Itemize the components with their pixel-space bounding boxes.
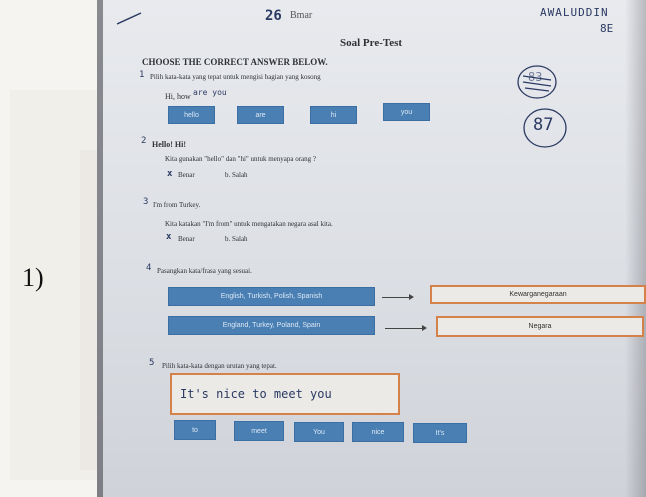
q4-right-item-1[interactable]: Kewarganegaraan bbox=[430, 285, 646, 304]
q2-marker: 2 bbox=[141, 136, 147, 146]
q4-arrow-2 bbox=[385, 325, 427, 331]
student-class: 8E bbox=[600, 22, 614, 35]
q5-option-5[interactable]: It's bbox=[413, 423, 467, 443]
q3-option-b[interactable]: b. Salah bbox=[225, 235, 248, 243]
q1-option-2[interactable]: are bbox=[237, 106, 284, 124]
handwritten-name-label: Bmar bbox=[290, 10, 313, 21]
q1-option-4[interactable]: you bbox=[383, 103, 430, 121]
q5-answer-box[interactable]: It's nice to meet you bbox=[170, 373, 400, 415]
q1-option-3[interactable]: hi bbox=[310, 106, 357, 124]
q5-handwritten-answer: It's nice to meet you bbox=[180, 387, 332, 401]
q3-title: I'm from Turkey. bbox=[153, 201, 201, 209]
q1-handwritten-answer: are you bbox=[193, 88, 227, 97]
q3-option-a[interactable]: Benar bbox=[178, 235, 195, 243]
q1-option-1[interactable]: hello bbox=[168, 106, 215, 124]
q1-sentence: Hi, how bbox=[165, 92, 191, 101]
q5-marker: 5 bbox=[149, 358, 155, 368]
q5-option-4[interactable]: nice bbox=[352, 422, 404, 442]
q4-marker: 4 bbox=[146, 263, 152, 273]
q3-text: Kita katakan "I'm from" untuk mengatakan… bbox=[165, 220, 333, 228]
handwritten-number: 26 bbox=[265, 8, 282, 24]
sheet-shadow bbox=[625, 0, 646, 497]
pen-stroke-mark bbox=[116, 12, 142, 25]
q5-option-1[interactable]: to bbox=[174, 420, 216, 440]
q2-text: Kita gunakan "hello" dan "hi" untuk meny… bbox=[165, 155, 316, 163]
q4-left-item-1[interactable]: English, Turkish, Polish, Spanish bbox=[168, 287, 375, 306]
q5-option-3[interactable]: You bbox=[294, 422, 344, 442]
q5-option-2[interactable]: meet bbox=[234, 421, 284, 441]
student-name: AWALUDDIN bbox=[540, 6, 609, 19]
q4-left-item-2[interactable]: England, Turkey, Poland, Spain bbox=[168, 316, 375, 335]
crossed-score: 83 bbox=[528, 70, 543, 84]
q3-marker: 3 bbox=[143, 197, 149, 207]
q2-option-a[interactable]: Benar bbox=[178, 171, 195, 179]
q2-check-mark: x bbox=[167, 169, 173, 179]
sheet-edge bbox=[97, 0, 103, 497]
q4-arrow-1 bbox=[382, 294, 414, 300]
q2-title: Hello! Hi! bbox=[152, 140, 186, 149]
instructions-heading: CHOOSE THE CORRECT ANSWER BELOW. bbox=[142, 57, 328, 67]
q2-option-b[interactable]: b. Salah bbox=[225, 171, 248, 179]
q1-marker: 1 bbox=[139, 70, 145, 80]
figure-number: 1) bbox=[22, 263, 44, 292]
q4-right-item-2[interactable]: Negara bbox=[436, 316, 644, 337]
q5-prompt: Pilih kata-kata dengan urutan yang tepat… bbox=[162, 362, 277, 370]
page-title: Soal Pre-Test bbox=[340, 37, 403, 49]
q3-check-mark: x bbox=[166, 232, 172, 242]
q1-prompt: Pilih kata-kata yang tepat untuk mengisi… bbox=[150, 73, 321, 81]
final-score: 87 bbox=[533, 115, 554, 135]
q4-prompt: Pasangkan kata/frasa yang sesuai. bbox=[157, 267, 252, 275]
